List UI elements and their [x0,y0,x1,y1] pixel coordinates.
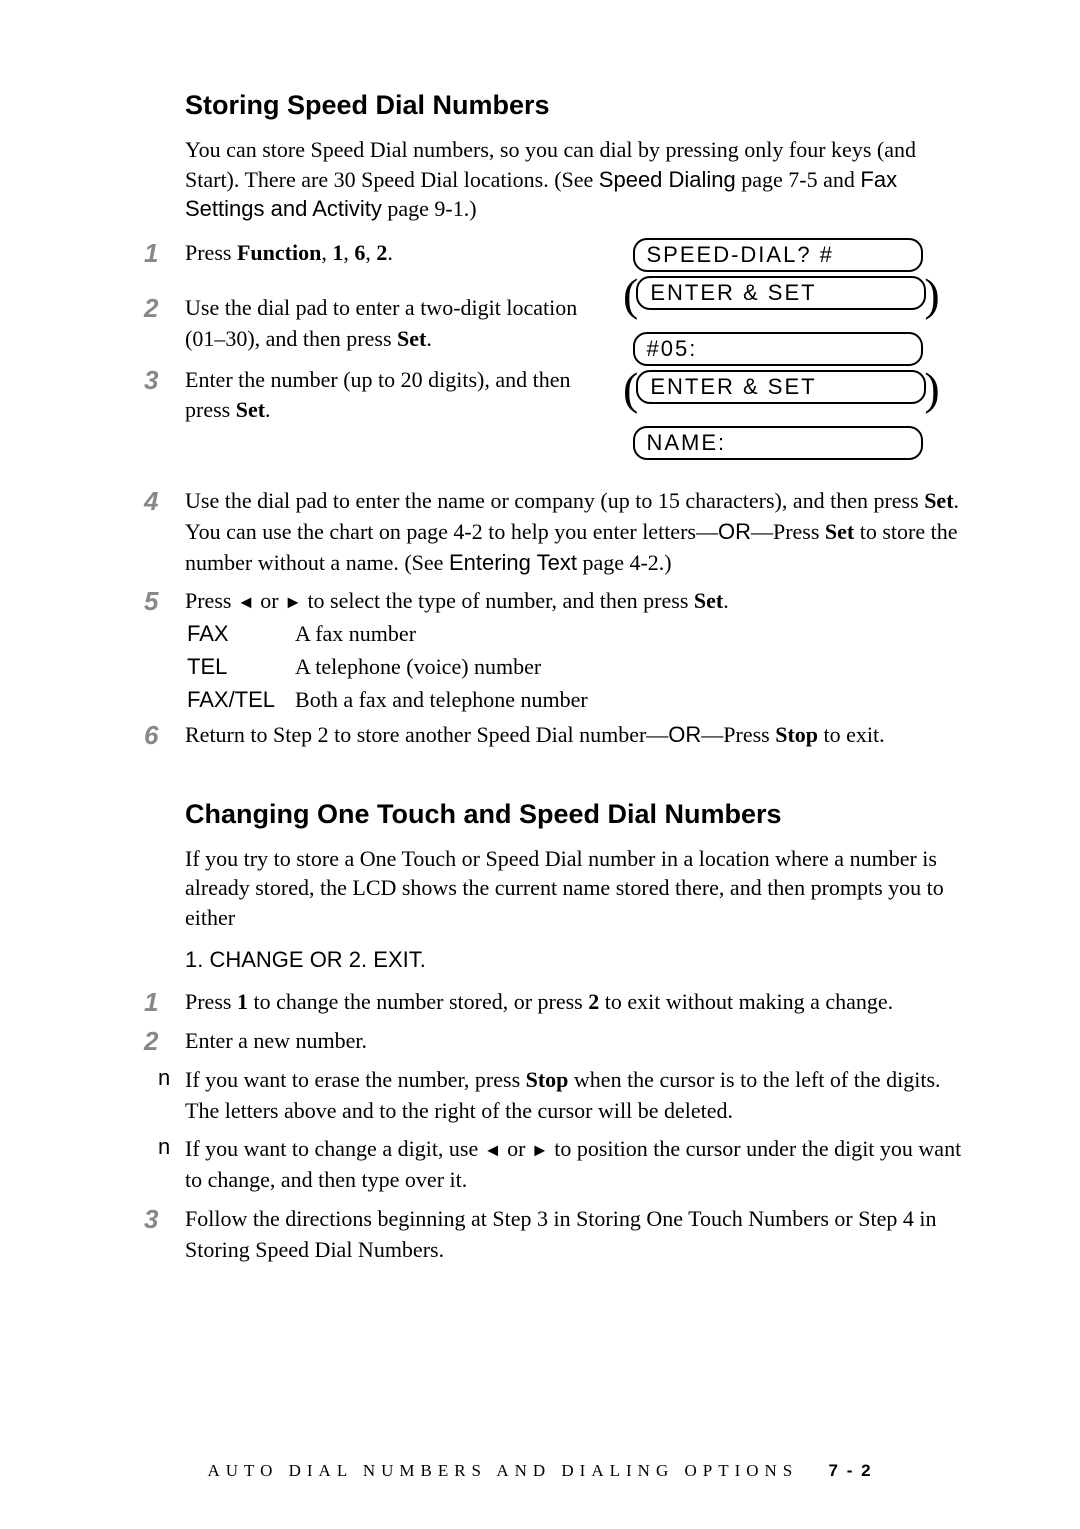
step-number: 1 [140,238,185,269]
step-text: Return to Step 2 to store another Speed … [185,720,975,751]
paren-right: ) [924,375,939,403]
step-number: 2 [140,293,185,324]
step-text: Enter the number (up to 20 digits), and … [185,365,605,427]
page-number: 7 - 2 [829,1461,873,1480]
lcd-line: #05: [633,332,923,366]
lcd-line: NAME: [633,426,923,460]
paren-right: ) [924,281,939,309]
step-number: 6 [140,720,185,751]
step-text: Press Function, 1, 6, 2. [185,238,605,269]
step-text: Enter a new number. [185,1026,975,1057]
step-number: 1 [140,987,185,1018]
step-number: 3 [140,1204,185,1235]
footer-title: AUTO DIAL NUMBERS AND DIALING OPTIONS [207,1461,798,1480]
bullet-text: If you want to change a digit, use ◄ or … [185,1134,975,1196]
step-text: Use the dial pad to enter the name or co… [185,486,975,578]
step-text: Follow the directions beginning at Step … [185,1204,975,1266]
bullet-marker: n [158,1065,185,1091]
step-text: Use the dial pad to enter a two-digit lo… [185,293,605,355]
page-footer: AUTO DIAL NUMBERS AND DIALING OPTIONS 7 … [0,1461,1080,1481]
section-heading: Storing Speed Dial Numbers [185,90,975,121]
paren-right [921,337,933,365]
step-text: Press ◄ or ► to select the type of numbe… [185,586,975,717]
lcd-display-column: SPEED-DIAL? # ( ENTER & SET ) #05: ( ENT… [625,238,975,482]
lcd-line: SPEED-DIAL? # [633,238,923,272]
lcd-line: ENTER & SET [636,276,926,310]
lcd-text-line: 1. CHANGE OR 2. EXIT. [185,947,975,973]
bullet-text: If you want to erase the number, press S… [185,1065,975,1127]
section-heading: Changing One Touch and Speed Dial Number… [185,799,975,830]
step-number: 4 [140,486,185,517]
step-text: Press 1 to change the number stored, or … [185,987,975,1018]
number-type-table: FAXA fax number TELA telephone (voice) n… [185,617,608,717]
intro-paragraph: If you try to store a One Touch or Speed… [185,844,975,933]
step-number: 5 [140,586,185,617]
paren-right [921,243,933,271]
step-number: 2 [140,1026,185,1057]
step-number: 3 [140,365,185,396]
paren-right [921,431,933,459]
intro-paragraph: You can store Speed Dial numbers, so you… [185,135,975,224]
lcd-line: ENTER & SET [636,370,926,404]
bullet-marker: n [158,1134,185,1160]
